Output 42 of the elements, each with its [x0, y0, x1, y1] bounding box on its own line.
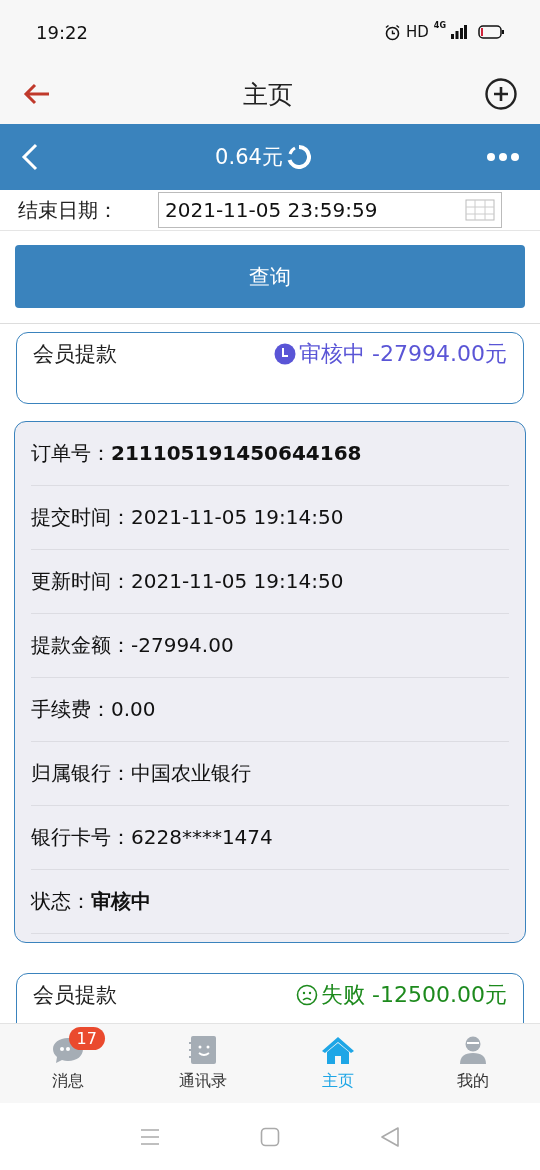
- tab-item[interactable]: 通讯录: [135, 1024, 270, 1103]
- detail-text: 银行卡号：6228****1474: [31, 824, 273, 851]
- network-label: HD: [406, 23, 429, 41]
- field-label: 结束日期：: [18, 196, 119, 224]
- detail-text: 提款金额：-27994.00: [31, 632, 234, 659]
- detail-text: 手续费：0.00: [31, 696, 156, 723]
- status-time: 19:22: [36, 21, 88, 43]
- record-card[interactable]: 会员提款 失败 -12500.00元: [16, 973, 524, 1023]
- battery-icon: [478, 25, 504, 39]
- refresh-button[interactable]: [286, 145, 311, 169]
- badge-count: 17: [68, 1027, 105, 1050]
- tab-item[interactable]: 我的: [405, 1024, 540, 1103]
- detail-text: 更新时间：2021-11-05 19:14:50: [31, 568, 344, 595]
- signal-icon: [451, 25, 467, 39]
- person-icon: [458, 1035, 487, 1065]
- record-title: 会员提款: [33, 982, 117, 1009]
- detail-text: 状态：审核中: [31, 888, 151, 915]
- alarm-icon: [384, 23, 401, 41]
- home-icon: [320, 1035, 355, 1065]
- detail-text: 订单号：211105191450644168: [31, 440, 362, 467]
- detail-text: 归属银行：中国农业银行: [31, 760, 251, 787]
- record-title: 会员提款: [33, 341, 117, 368]
- date-field[interactable]: 2021-11-05 23:59:59: [158, 192, 502, 228]
- query-button[interactable]: 查询: [15, 245, 525, 308]
- page-title: 主页: [243, 78, 293, 111]
- detail-text: 提交时间：2021-11-05 19:14:50: [31, 504, 344, 531]
- balance-amount: 0.64元: [215, 144, 283, 171]
- contact-book-icon: [188, 1035, 217, 1065]
- calendar-icon: [465, 199, 495, 221]
- network-type: 4G: [433, 21, 446, 30]
- back-button[interactable]: [22, 82, 52, 106]
- add-button[interactable]: [484, 77, 518, 111]
- record-status: 失败 -12500.00元: [321, 981, 507, 1009]
- more-button[interactable]: [486, 152, 520, 162]
- record-card[interactable]: 会员提款 审核中 -27994.00元: [16, 332, 524, 404]
- record-status: 审核中 -27994.00元: [299, 340, 507, 368]
- home-button[interactable]: [260, 1126, 280, 1147]
- back-button[interactable]: [380, 1125, 400, 1148]
- back-button[interactable]: [20, 142, 40, 172]
- sad-face-icon: [296, 984, 319, 1006]
- clock-icon: [274, 343, 297, 365]
- tab-item[interactable]: 17 消息: [0, 1024, 135, 1103]
